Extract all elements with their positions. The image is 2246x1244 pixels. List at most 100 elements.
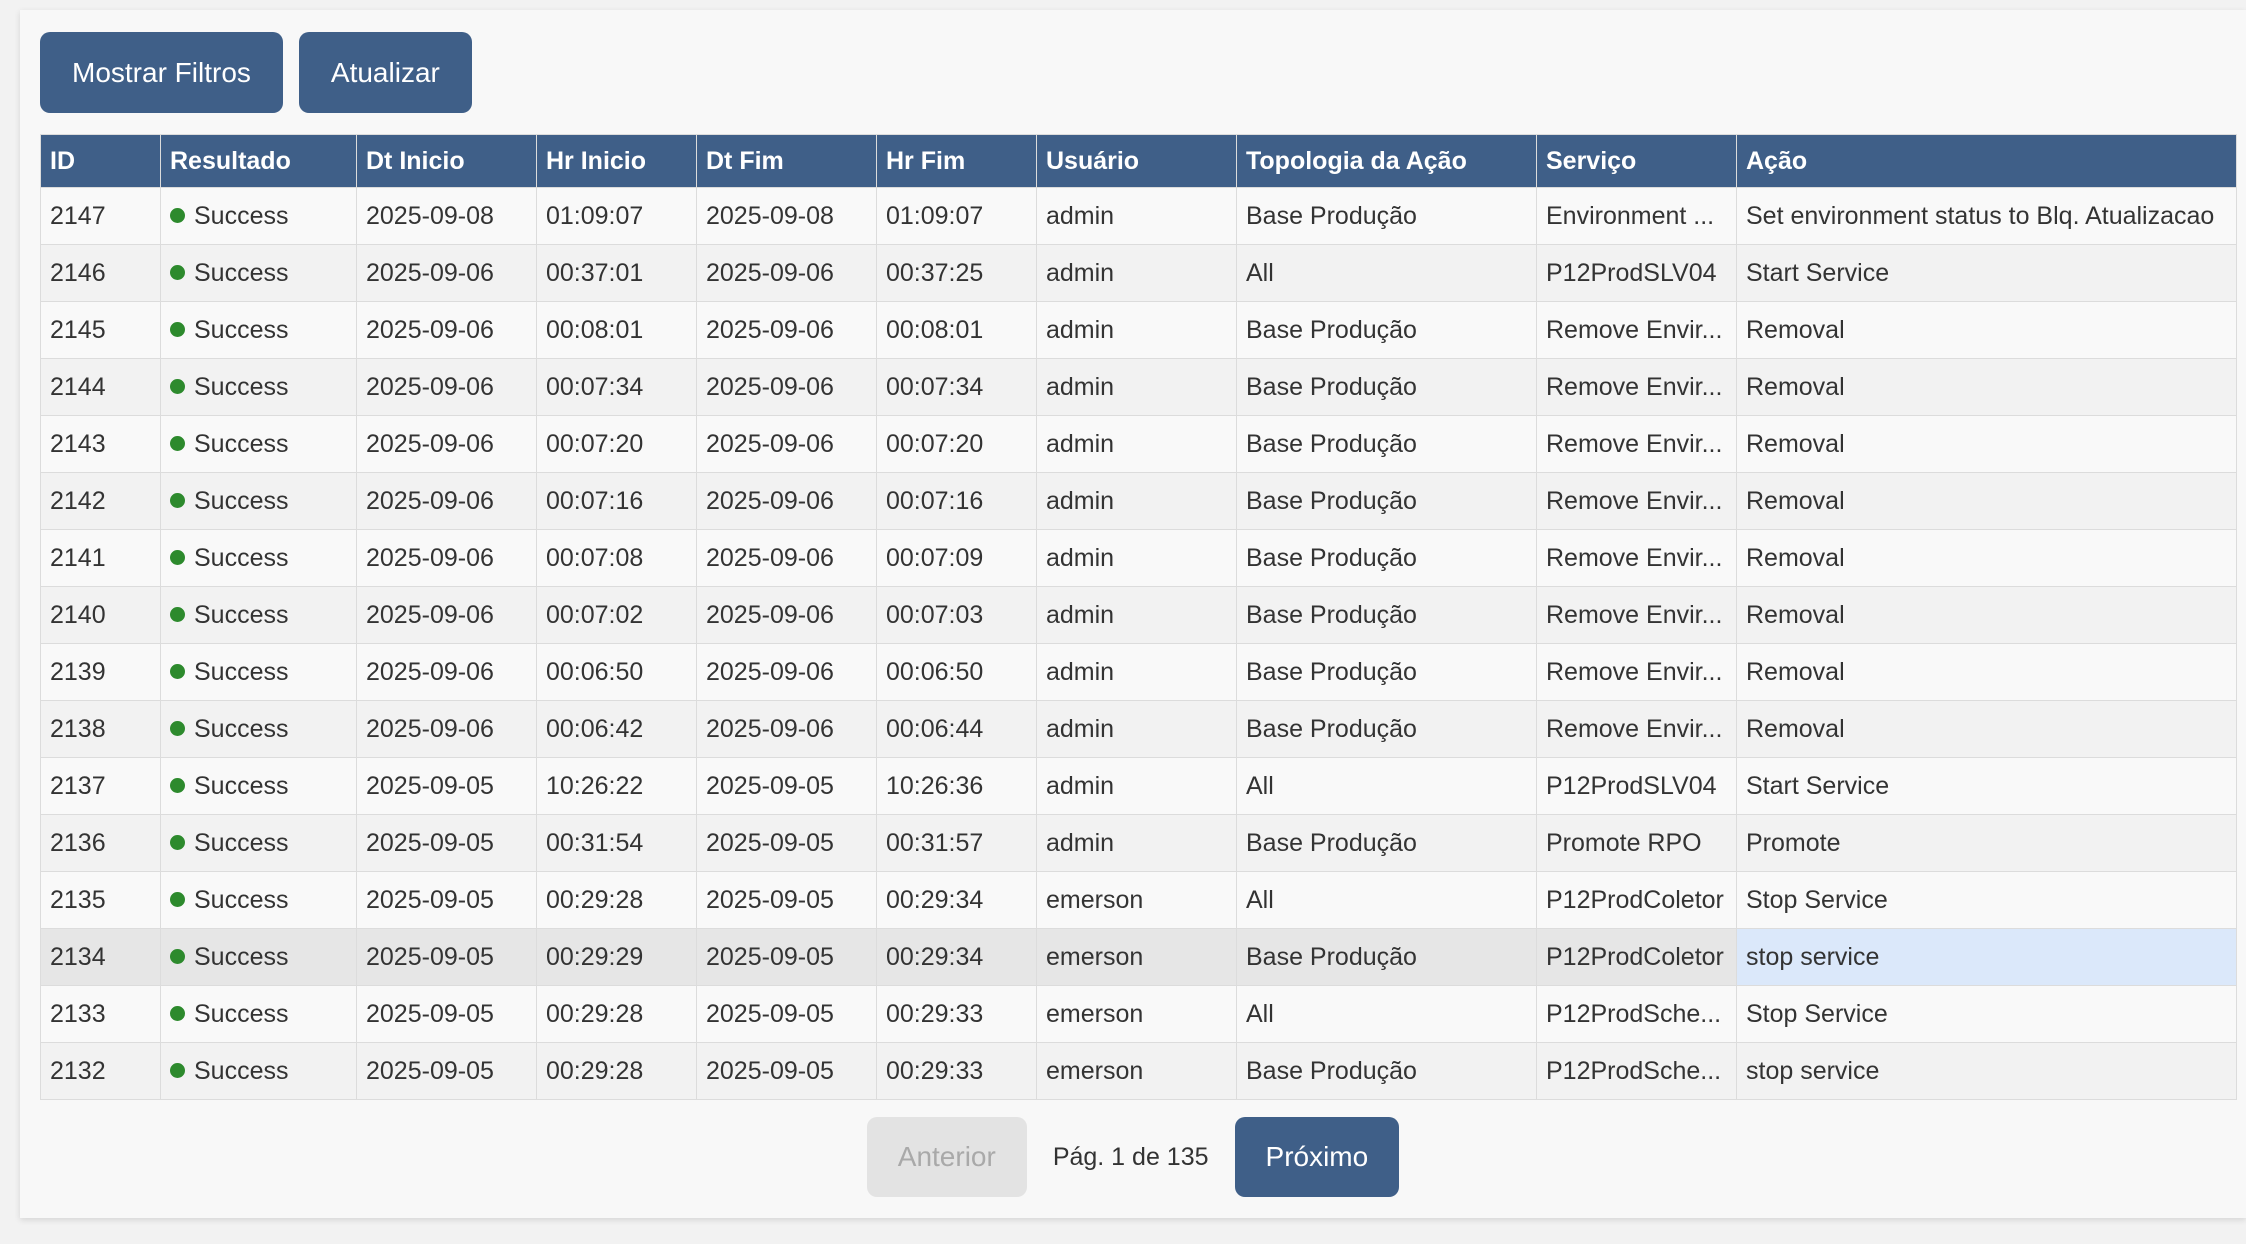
service-cell[interactable]: Remove Envir... bbox=[1536, 700, 1737, 758]
end-time-cell[interactable]: 00:06:50 bbox=[876, 643, 1037, 701]
user-cell[interactable]: admin bbox=[1036, 358, 1237, 416]
start-date-cell[interactable]: 2025-09-06 bbox=[356, 358, 537, 416]
service-cell[interactable]: Remove Envir... bbox=[1536, 301, 1737, 359]
start-time-cell[interactable]: 00:29:28 bbox=[536, 871, 697, 929]
end-date-cell[interactable]: 2025-09-06 bbox=[696, 358, 877, 416]
user-cell[interactable]: admin bbox=[1036, 472, 1237, 530]
topology-cell[interactable]: Base Produção bbox=[1236, 358, 1537, 416]
table-row[interactable]: 2141 Success 2025-09-06 00:07:08 2025-09-06 0… bbox=[40, 529, 2237, 587]
user-cell[interactable]: admin bbox=[1036, 415, 1237, 473]
start-date-cell[interactable]: 2025-09-05 bbox=[356, 1042, 537, 1100]
start-date-cell[interactable]: 2025-09-05 bbox=[356, 871, 537, 929]
end-time-cell[interactable]: 00:08:01 bbox=[876, 301, 1037, 359]
id-cell[interactable]: 2140 bbox=[40, 586, 161, 644]
end-date-cell[interactable]: 2025-09-05 bbox=[696, 928, 877, 986]
topology-cell[interactable]: All bbox=[1236, 757, 1537, 815]
column-header[interactable]: Ação bbox=[1736, 134, 2237, 188]
user-cell[interactable]: emerson bbox=[1036, 928, 1237, 986]
id-cell[interactable]: 2144 bbox=[40, 358, 161, 416]
end-time-cell[interactable]: 00:07:16 bbox=[876, 472, 1037, 530]
topology-cell[interactable]: Base Produção bbox=[1236, 187, 1537, 245]
user-cell[interactable]: emerson bbox=[1036, 871, 1237, 929]
table-row[interactable]: 2138 Success 2025-09-06 00:06:42 2025-09-06 0… bbox=[40, 700, 2237, 758]
start-time-cell[interactable]: 01:09:07 bbox=[536, 187, 697, 245]
topology-cell[interactable]: Base Produção bbox=[1236, 700, 1537, 758]
action-cell[interactable]: Removal bbox=[1736, 472, 2237, 530]
start-date-cell[interactable]: 2025-09-06 bbox=[356, 415, 537, 473]
topology-cell[interactable]: Base Produção bbox=[1236, 814, 1537, 872]
action-cell[interactable]: Start Service bbox=[1736, 757, 2237, 815]
user-cell[interactable]: admin bbox=[1036, 586, 1237, 644]
end-time-cell[interactable]: 00:29:34 bbox=[876, 928, 1037, 986]
start-time-cell[interactable]: 00:07:08 bbox=[536, 529, 697, 587]
start-time-cell[interactable]: 00:29:28 bbox=[536, 1042, 697, 1100]
user-cell[interactable]: admin bbox=[1036, 301, 1237, 359]
column-header[interactable]: Dt Inicio bbox=[356, 134, 537, 188]
action-cell[interactable]: Stop Service bbox=[1736, 985, 2237, 1043]
action-cell[interactable]: Removal bbox=[1736, 415, 2237, 473]
id-cell[interactable]: 2139 bbox=[40, 643, 161, 701]
result-cell[interactable]: Success bbox=[160, 301, 357, 359]
topology-cell[interactable]: All bbox=[1236, 244, 1537, 302]
id-cell[interactable]: 2138 bbox=[40, 700, 161, 758]
result-cell[interactable]: Success bbox=[160, 586, 357, 644]
action-cell[interactable]: Removal bbox=[1736, 529, 2237, 587]
id-cell[interactable]: 2141 bbox=[40, 529, 161, 587]
end-date-cell[interactable]: 2025-09-06 bbox=[696, 700, 877, 758]
start-time-cell[interactable]: 00:37:01 bbox=[536, 244, 697, 302]
start-date-cell[interactable]: 2025-09-05 bbox=[356, 928, 537, 986]
topology-cell[interactable]: Base Produção bbox=[1236, 415, 1537, 473]
end-date-cell[interactable]: 2025-09-06 bbox=[696, 244, 877, 302]
topology-cell[interactable]: All bbox=[1236, 871, 1537, 929]
end-time-cell[interactable]: 00:07:03 bbox=[876, 586, 1037, 644]
start-time-cell[interactable]: 00:07:34 bbox=[536, 358, 697, 416]
table-row[interactable]: 2147 Success 2025-09-08 01:09:07 2025-09-08 0… bbox=[40, 187, 2237, 245]
action-cell[interactable]: stop service bbox=[1736, 928, 2237, 986]
table-row[interactable]: 2134 Success 2025-09-05 00:29:29 2025-09-05 0… bbox=[40, 928, 2237, 986]
service-cell[interactable]: P12ProdColetor bbox=[1536, 871, 1737, 929]
end-date-cell[interactable]: 2025-09-05 bbox=[696, 985, 877, 1043]
end-date-cell[interactable]: 2025-09-08 bbox=[696, 187, 877, 245]
result-cell[interactable]: Success bbox=[160, 643, 357, 701]
end-time-cell[interactable]: 00:06:44 bbox=[876, 700, 1037, 758]
action-cell[interactable]: Removal bbox=[1736, 643, 2237, 701]
user-cell[interactable]: admin bbox=[1036, 187, 1237, 245]
id-cell[interactable]: 2143 bbox=[40, 415, 161, 473]
table-row[interactable]: 2135 Success 2025-09-05 00:29:28 2025-09-05 0… bbox=[40, 871, 2237, 929]
action-cell[interactable]: Start Service bbox=[1736, 244, 2237, 302]
column-header[interactable]: Hr Fim bbox=[876, 134, 1037, 188]
column-header[interactable]: ID bbox=[40, 134, 161, 188]
result-cell[interactable]: Success bbox=[160, 985, 357, 1043]
table-row[interactable]: 2143 Success 2025-09-06 00:07:20 2025-09-06 0… bbox=[40, 415, 2237, 473]
start-date-cell[interactable]: 2025-09-05 bbox=[356, 985, 537, 1043]
start-time-cell[interactable]: 00:07:16 bbox=[536, 472, 697, 530]
column-header[interactable]: Usuário bbox=[1036, 134, 1237, 188]
end-date-cell[interactable]: 2025-09-05 bbox=[696, 871, 877, 929]
id-cell[interactable]: 2136 bbox=[40, 814, 161, 872]
result-cell[interactable]: Success bbox=[160, 244, 357, 302]
topology-cell[interactable]: Base Produção bbox=[1236, 928, 1537, 986]
end-time-cell[interactable]: 00:07:20 bbox=[876, 415, 1037, 473]
result-cell[interactable]: Success bbox=[160, 814, 357, 872]
start-date-cell[interactable]: 2025-09-06 bbox=[356, 700, 537, 758]
result-cell[interactable]: Success bbox=[160, 472, 357, 530]
end-time-cell[interactable]: 01:09:07 bbox=[876, 187, 1037, 245]
user-cell[interactable]: admin bbox=[1036, 700, 1237, 758]
end-date-cell[interactable]: 2025-09-06 bbox=[696, 301, 877, 359]
result-cell[interactable]: Success bbox=[160, 187, 357, 245]
end-date-cell[interactable]: 2025-09-06 bbox=[696, 529, 877, 587]
start-time-cell[interactable]: 00:29:28 bbox=[536, 985, 697, 1043]
result-cell[interactable]: Success bbox=[160, 415, 357, 473]
end-time-cell[interactable]: 00:31:57 bbox=[876, 814, 1037, 872]
start-time-cell[interactable]: 00:08:01 bbox=[536, 301, 697, 359]
end-date-cell[interactable]: 2025-09-05 bbox=[696, 757, 877, 815]
end-date-cell[interactable]: 2025-09-06 bbox=[696, 472, 877, 530]
user-cell[interactable]: admin bbox=[1036, 814, 1237, 872]
service-cell[interactable]: Remove Envir... bbox=[1536, 358, 1737, 416]
user-cell[interactable]: emerson bbox=[1036, 985, 1237, 1043]
previous-page-button[interactable]: Anterior bbox=[866, 1117, 1027, 1197]
end-time-cell[interactable]: 00:29:33 bbox=[876, 985, 1037, 1043]
start-time-cell[interactable]: 00:31:54 bbox=[536, 814, 697, 872]
refresh-button[interactable]: Atualizar bbox=[298, 32, 472, 113]
end-time-cell[interactable]: 00:29:34 bbox=[876, 871, 1037, 929]
